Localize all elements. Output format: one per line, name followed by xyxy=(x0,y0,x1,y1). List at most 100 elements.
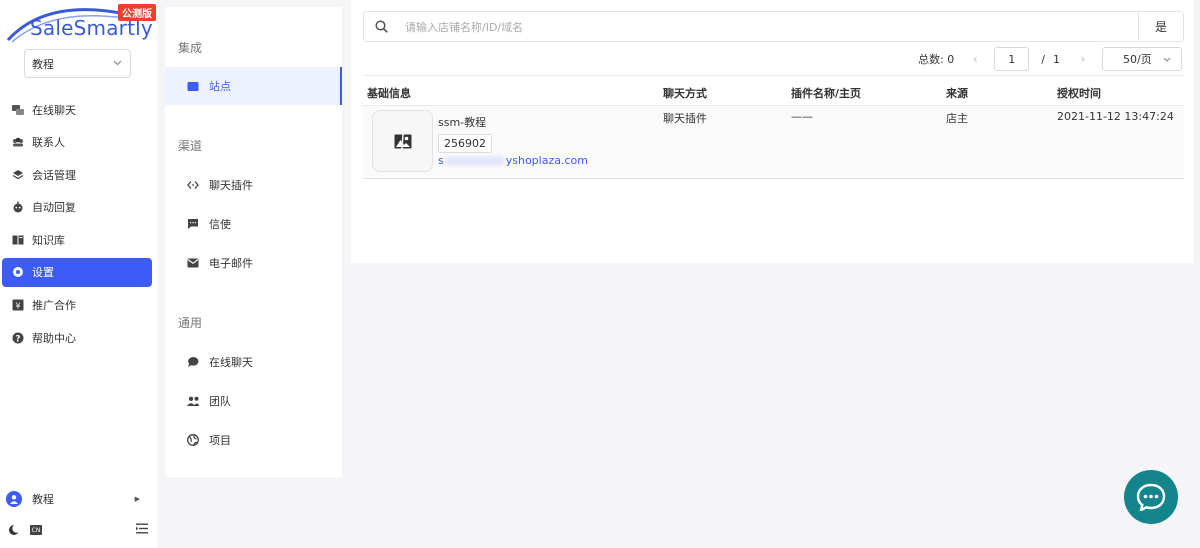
workspace-select[interactable]: 教程 xyxy=(24,49,131,78)
book-icon xyxy=(12,234,24,246)
page-separator: / xyxy=(1041,52,1045,66)
image-icon xyxy=(394,133,411,149)
submenu-item-site[interactable]: 站点 xyxy=(165,67,342,105)
submenu-item-label: 信使 xyxy=(209,218,231,231)
column-header: 基础信息 xyxy=(367,87,411,100)
total-pages: 1 xyxy=(1053,52,1060,66)
auth-time: 2021-11-12 13:47:24 xyxy=(1057,110,1174,123)
chat-widget-button[interactable] xyxy=(1124,470,1178,524)
shop-url-suffix: yshoplaza.com xyxy=(505,154,588,167)
language-switch[interactable]: CN xyxy=(30,525,42,535)
settings-submenu: 集成 站点 渠道 聊天插件 信使 电子邮件 通用 在线聊天 团队 项目 xyxy=(165,7,342,477)
sidebar-item-contacts[interactable]: 联系人 xyxy=(2,128,152,157)
sites-panel: 请输入店铺名称/ID/域名 是 总数: 0 ‹ 1 / 1 › 50/页 基础信… xyxy=(351,0,1194,263)
mail-icon xyxy=(187,257,199,269)
chevron-down-icon xyxy=(113,59,122,69)
caret-right-icon: ▶ xyxy=(134,495,140,503)
submenu-item-project[interactable]: 项目 xyxy=(165,421,342,459)
beta-badge: 公测版 xyxy=(118,4,156,21)
section-title-general: 通用 xyxy=(178,316,203,330)
contacts-icon xyxy=(12,136,24,148)
search-bar: 请输入店铺名称/ID/域名 是 xyxy=(363,11,1184,42)
submenu-item-live-chat[interactable]: 在线聊天 xyxy=(165,343,342,381)
prev-page-icon[interactable]: ‹ xyxy=(966,52,984,66)
code-icon xyxy=(187,179,199,191)
table-row[interactable]: ssm-教程 256902 s yshoplaza.com 聊天插件 —— 店主 … xyxy=(363,106,1184,179)
next-page-icon[interactable]: › xyxy=(1074,52,1092,66)
chat-method: 聊天插件 xyxy=(663,112,707,125)
sidebar-item-label: 帮助中心 xyxy=(32,331,76,345)
pagination: 总数: 0 ‹ 1 / 1 › 50/页 xyxy=(918,47,1182,71)
sidebar-item-auto-reply[interactable]: 自动回复 xyxy=(2,193,152,222)
sidebar-item-settings[interactable]: 设置 xyxy=(2,257,152,287)
team-icon xyxy=(187,395,199,407)
submenu-item-label: 电子邮件 xyxy=(209,257,253,270)
page-size-select[interactable]: 50/页 xyxy=(1102,47,1182,71)
svg-text:?: ? xyxy=(16,334,21,344)
store-icon xyxy=(187,80,199,92)
sites-table: 基础信息 聊天方式 插件名称/主页 来源 授权时间 ssm-教程 256902 … xyxy=(363,75,1184,179)
chat-bubble-icon xyxy=(1136,483,1166,511)
source: 店主 xyxy=(946,112,968,125)
layers-icon xyxy=(12,169,24,181)
chat-icon xyxy=(12,104,24,116)
shop-image-placeholder xyxy=(372,110,433,172)
search-button[interactable]: 是 xyxy=(1138,12,1183,41)
submenu-item-label: 在线聊天 xyxy=(209,356,253,369)
submenu-item-email[interactable]: 电子邮件 xyxy=(165,244,342,282)
column-header: 聊天方式 xyxy=(663,87,707,100)
submenu-item-label: 聊天插件 xyxy=(209,179,253,192)
partner-icon: ¥ xyxy=(12,299,24,311)
submenu-item-team[interactable]: 团队 xyxy=(165,382,342,420)
redacted-text xyxy=(444,156,505,166)
section-title-channels: 渠道 xyxy=(178,139,203,153)
shop-url[interactable]: s yshoplaza.com xyxy=(438,154,588,167)
sidebar-item-chat[interactable]: 在线聊天 xyxy=(2,95,152,124)
moon-icon[interactable] xyxy=(8,524,21,536)
sidebar: SaleSmartly 公测版 教程 在线聊天 联系人 会话管理 自动回复 知识… xyxy=(0,0,157,548)
sidebar-item-knowledge-base[interactable]: 知识库 xyxy=(2,225,152,254)
submenu-item-label: 项目 xyxy=(209,434,231,447)
globe-icon xyxy=(187,434,199,446)
sidebar-item-label: 联系人 xyxy=(32,136,65,150)
sidebar-item-label: 知识库 xyxy=(32,233,65,247)
sidebar-nav: 在线聊天 联系人 会话管理 自动回复 知识库 设置 ¥ 推广合作 ? 帮助中心 xyxy=(2,95,152,356)
submenu-item-label: 团队 xyxy=(209,395,231,408)
collapse-menu-icon[interactable] xyxy=(136,523,148,537)
user-name: 教程 xyxy=(32,493,54,506)
message-icon xyxy=(187,218,199,230)
total-count: 总数: 0 xyxy=(918,53,955,66)
user-menu[interactable]: 教程 ▶ xyxy=(6,489,146,509)
logo[interactable]: SaleSmartly 公测版 xyxy=(6,4,156,44)
search-input[interactable]: 请输入店铺名称/ID/域名 xyxy=(405,19,1138,35)
column-header: 插件名称/主页 xyxy=(791,87,862,100)
robot-icon xyxy=(12,201,24,213)
submenu-item-chat-plugin[interactable]: 聊天插件 xyxy=(165,166,342,204)
sidebar-item-label: 会话管理 xyxy=(32,168,76,182)
avatar xyxy=(6,491,22,507)
sidebar-item-label: 自动回复 xyxy=(32,201,76,215)
shop-name: ssm-教程 xyxy=(438,116,487,129)
page-number-input[interactable]: 1 xyxy=(994,47,1030,71)
shop-id: 256902 xyxy=(438,134,492,153)
section-title-integration: 集成 xyxy=(178,41,203,55)
sidebar-item-label: 在线聊天 xyxy=(32,103,76,117)
sidebar-item-help[interactable]: ? 帮助中心 xyxy=(2,323,152,352)
sidebar-item-partner[interactable]: ¥ 推广合作 xyxy=(2,291,152,320)
svg-text:¥: ¥ xyxy=(15,302,20,311)
column-header: 授权时间 xyxy=(1057,87,1101,100)
shop-url-prefix: s xyxy=(438,154,444,167)
column-header: 来源 xyxy=(946,87,968,100)
submenu-item-label: 站点 xyxy=(209,80,231,93)
chat-bubble-icon xyxy=(187,356,199,368)
chevron-down-icon xyxy=(1163,55,1171,64)
search-icon xyxy=(375,20,388,33)
table-header: 基础信息 聊天方式 插件名称/主页 来源 授权时间 xyxy=(363,75,1184,106)
help-icon: ? xyxy=(12,332,24,344)
page-size-value: 50/页 xyxy=(1123,53,1152,66)
submenu-item-messenger[interactable]: 信使 xyxy=(165,205,342,243)
sidebar-item-conversations[interactable]: 会话管理 xyxy=(2,160,152,189)
workspace-select-value: 教程 xyxy=(32,57,54,71)
sidebar-item-label: 设置 xyxy=(32,266,54,280)
sidebar-item-label: 推广合作 xyxy=(32,299,76,313)
